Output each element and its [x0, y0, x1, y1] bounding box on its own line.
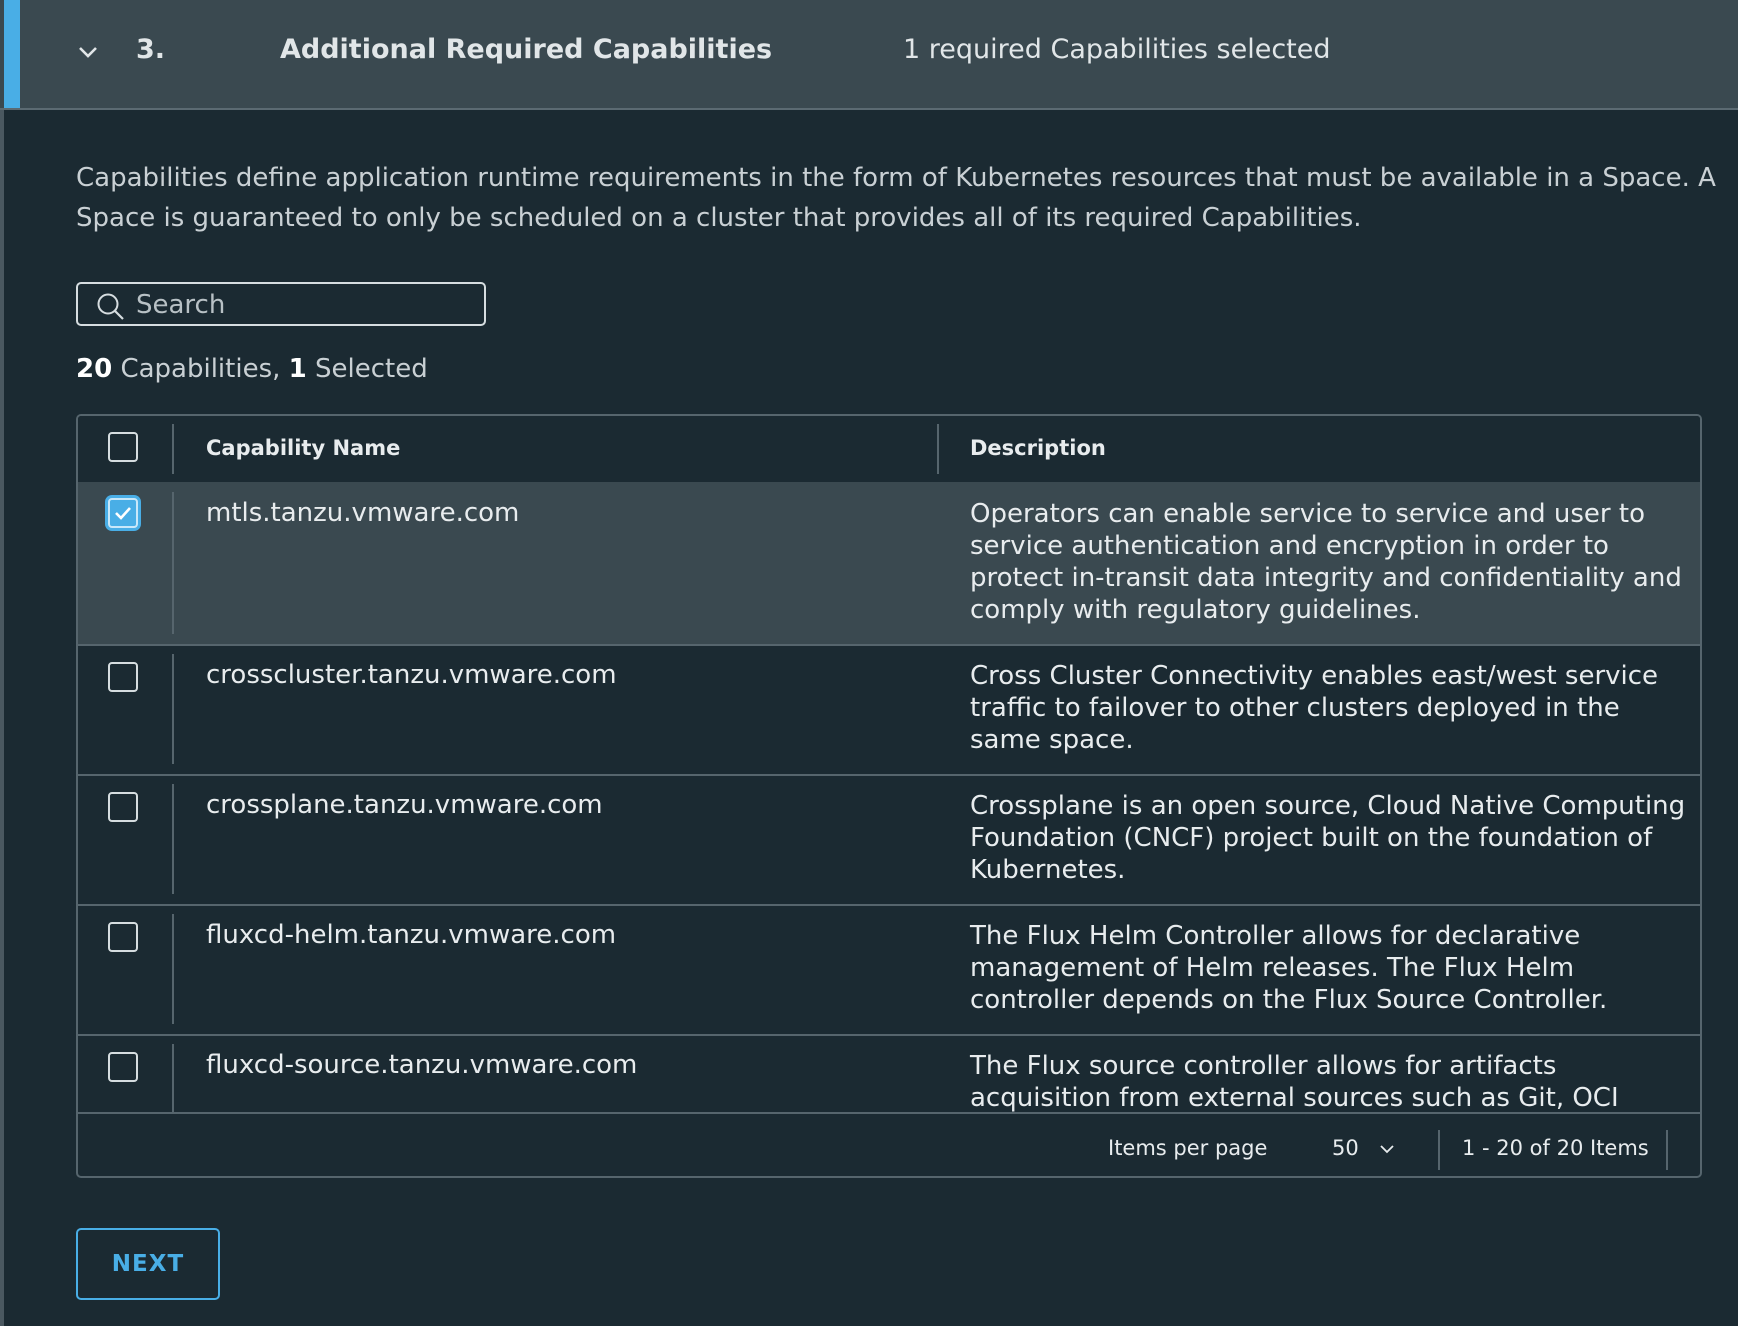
left-frame-border	[0, 0, 4, 1326]
capability-name: mtls.tanzu.vmware.com	[206, 498, 520, 528]
column-separator	[937, 424, 939, 474]
pagination-range: 1 - 20 of 20 Items	[1462, 1136, 1649, 1160]
step-title: Additional Required Capabilities	[280, 34, 773, 65]
items-per-page-select[interactable]: 50	[1332, 1136, 1359, 1160]
footer-separator	[1666, 1130, 1668, 1170]
items-per-page-label: Items per page	[1108, 1136, 1268, 1160]
capabilities-description: Capabilities define application runtime …	[76, 163, 1716, 233]
column-separator	[172, 914, 174, 1024]
step-number: 3.	[136, 34, 166, 65]
capabilities-table: Capability Name Description mtls.tanzu.v…	[76, 414, 1702, 1178]
row-checkbox[interactable]	[108, 792, 138, 822]
selected-count-label: Selected	[306, 354, 428, 384]
capability-name: crossplane.tanzu.vmware.com	[206, 790, 603, 820]
row-checkbox[interactable]	[108, 1052, 138, 1082]
total-count: 20	[76, 354, 113, 384]
chevron-down-icon[interactable]	[76, 40, 100, 64]
table-row[interactable]: crosscluster.tanzu.vmware.com Cross Clus…	[78, 644, 1700, 776]
search-box[interactable]	[76, 282, 486, 326]
capability-name: crosscluster.tanzu.vmware.com	[206, 660, 617, 690]
column-separator	[172, 654, 174, 764]
row-checkbox[interactable]	[108, 922, 138, 952]
table-row[interactable]: crossplane.tanzu.vmware.com Crossplane i…	[78, 774, 1700, 906]
next-button[interactable]: NEXT	[76, 1228, 220, 1300]
table-row[interactable]: mtls.tanzu.vmware.com Operators can enab…	[78, 482, 1700, 646]
search-input[interactable]	[134, 288, 478, 322]
column-separator	[172, 1044, 174, 1112]
column-header-capability-name[interactable]: Capability Name	[206, 436, 400, 460]
column-separator	[172, 424, 174, 474]
capability-description: Operators can enable service to service …	[970, 499, 1682, 625]
column-header-description[interactable]: Description	[970, 436, 1106, 460]
capability-description: The Flux Helm Controller allows for decl…	[970, 921, 1608, 1015]
chevron-down-icon[interactable]	[1378, 1140, 1396, 1158]
checkmark-icon	[115, 507, 131, 520]
table-header: Capability Name Description	[78, 416, 1700, 484]
step-header[interactable]: 3. Additional Required Capabilities 1 re…	[0, 0, 1738, 110]
row-checkbox[interactable]	[108, 498, 138, 528]
column-separator	[172, 784, 174, 894]
footer-separator	[1438, 1130, 1440, 1170]
select-all-checkbox[interactable]	[108, 432, 138, 462]
table-footer: Items per page 50 1 - 20 of 20 Items	[78, 1112, 1700, 1176]
table-row[interactable]: fluxcd-source.tanzu.vmware.com The Flux …	[78, 1034, 1700, 1112]
selected-count: 1	[288, 354, 307, 384]
capability-name: fluxcd-source.tanzu.vmware.com	[206, 1050, 638, 1080]
row-checkbox[interactable]	[108, 662, 138, 692]
table-row[interactable]: fluxcd-helm.tanzu.vmware.com The Flux He…	[78, 904, 1700, 1036]
active-step-indicator	[4, 0, 20, 108]
capability-description: Cross Cluster Connectivity enables east/…	[970, 661, 1659, 755]
capability-description: Crossplane is an open source, Cloud Nati…	[970, 791, 1686, 885]
total-count-label: Capabilities,	[112, 354, 289, 384]
capabilities-count: 20 Capabilities, 1 Selected	[76, 354, 428, 384]
table-body[interactable]: mtls.tanzu.vmware.com Operators can enab…	[78, 482, 1700, 1112]
column-separator	[172, 492, 174, 634]
capability-description: The Flux source controller allows for ar…	[970, 1051, 1619, 1112]
capability-name: fluxcd-helm.tanzu.vmware.com	[206, 920, 617, 950]
search-icon	[97, 293, 124, 320]
step-summary: 1 required Capabilities selected	[903, 34, 1331, 65]
